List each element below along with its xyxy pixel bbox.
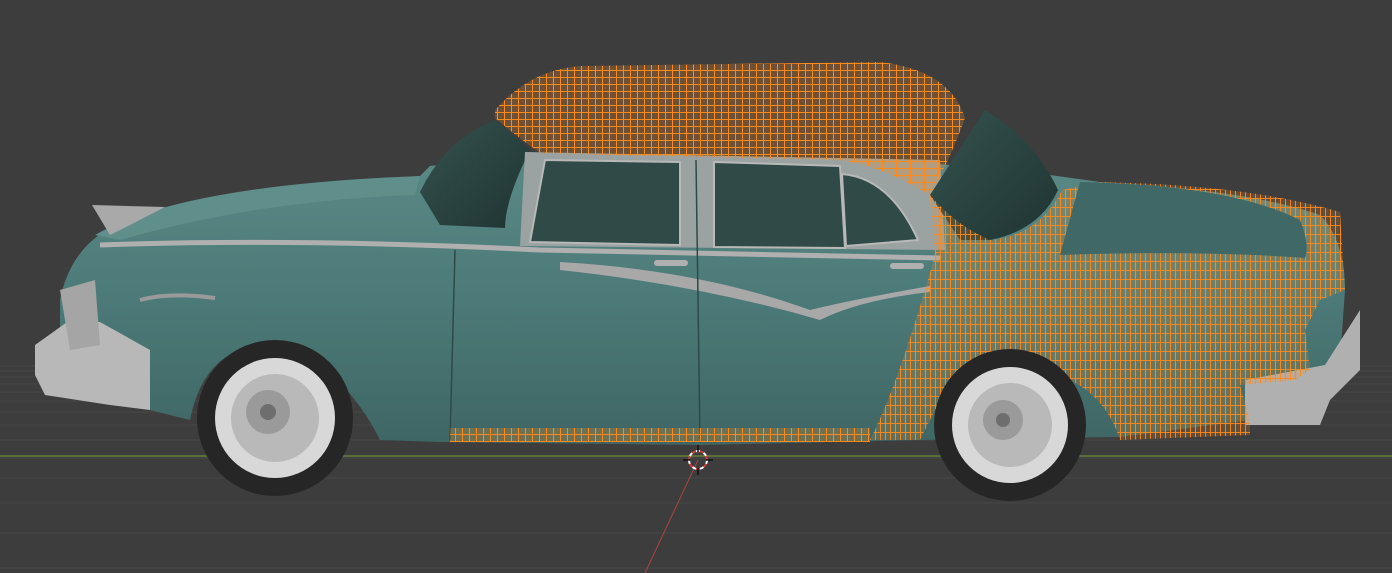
car-model[interactable] xyxy=(35,62,1360,501)
selection-rocker xyxy=(450,428,870,442)
rear-wheel xyxy=(934,349,1086,501)
3d-viewport[interactable] xyxy=(0,0,1392,573)
rear-door-handle xyxy=(890,263,924,269)
front-door-handle xyxy=(654,260,688,266)
y-axis-line xyxy=(644,459,699,573)
front-door-window xyxy=(528,158,681,247)
front-wheel xyxy=(197,340,353,496)
rear-door-window xyxy=(713,160,847,250)
trunk-lid xyxy=(1060,182,1307,258)
